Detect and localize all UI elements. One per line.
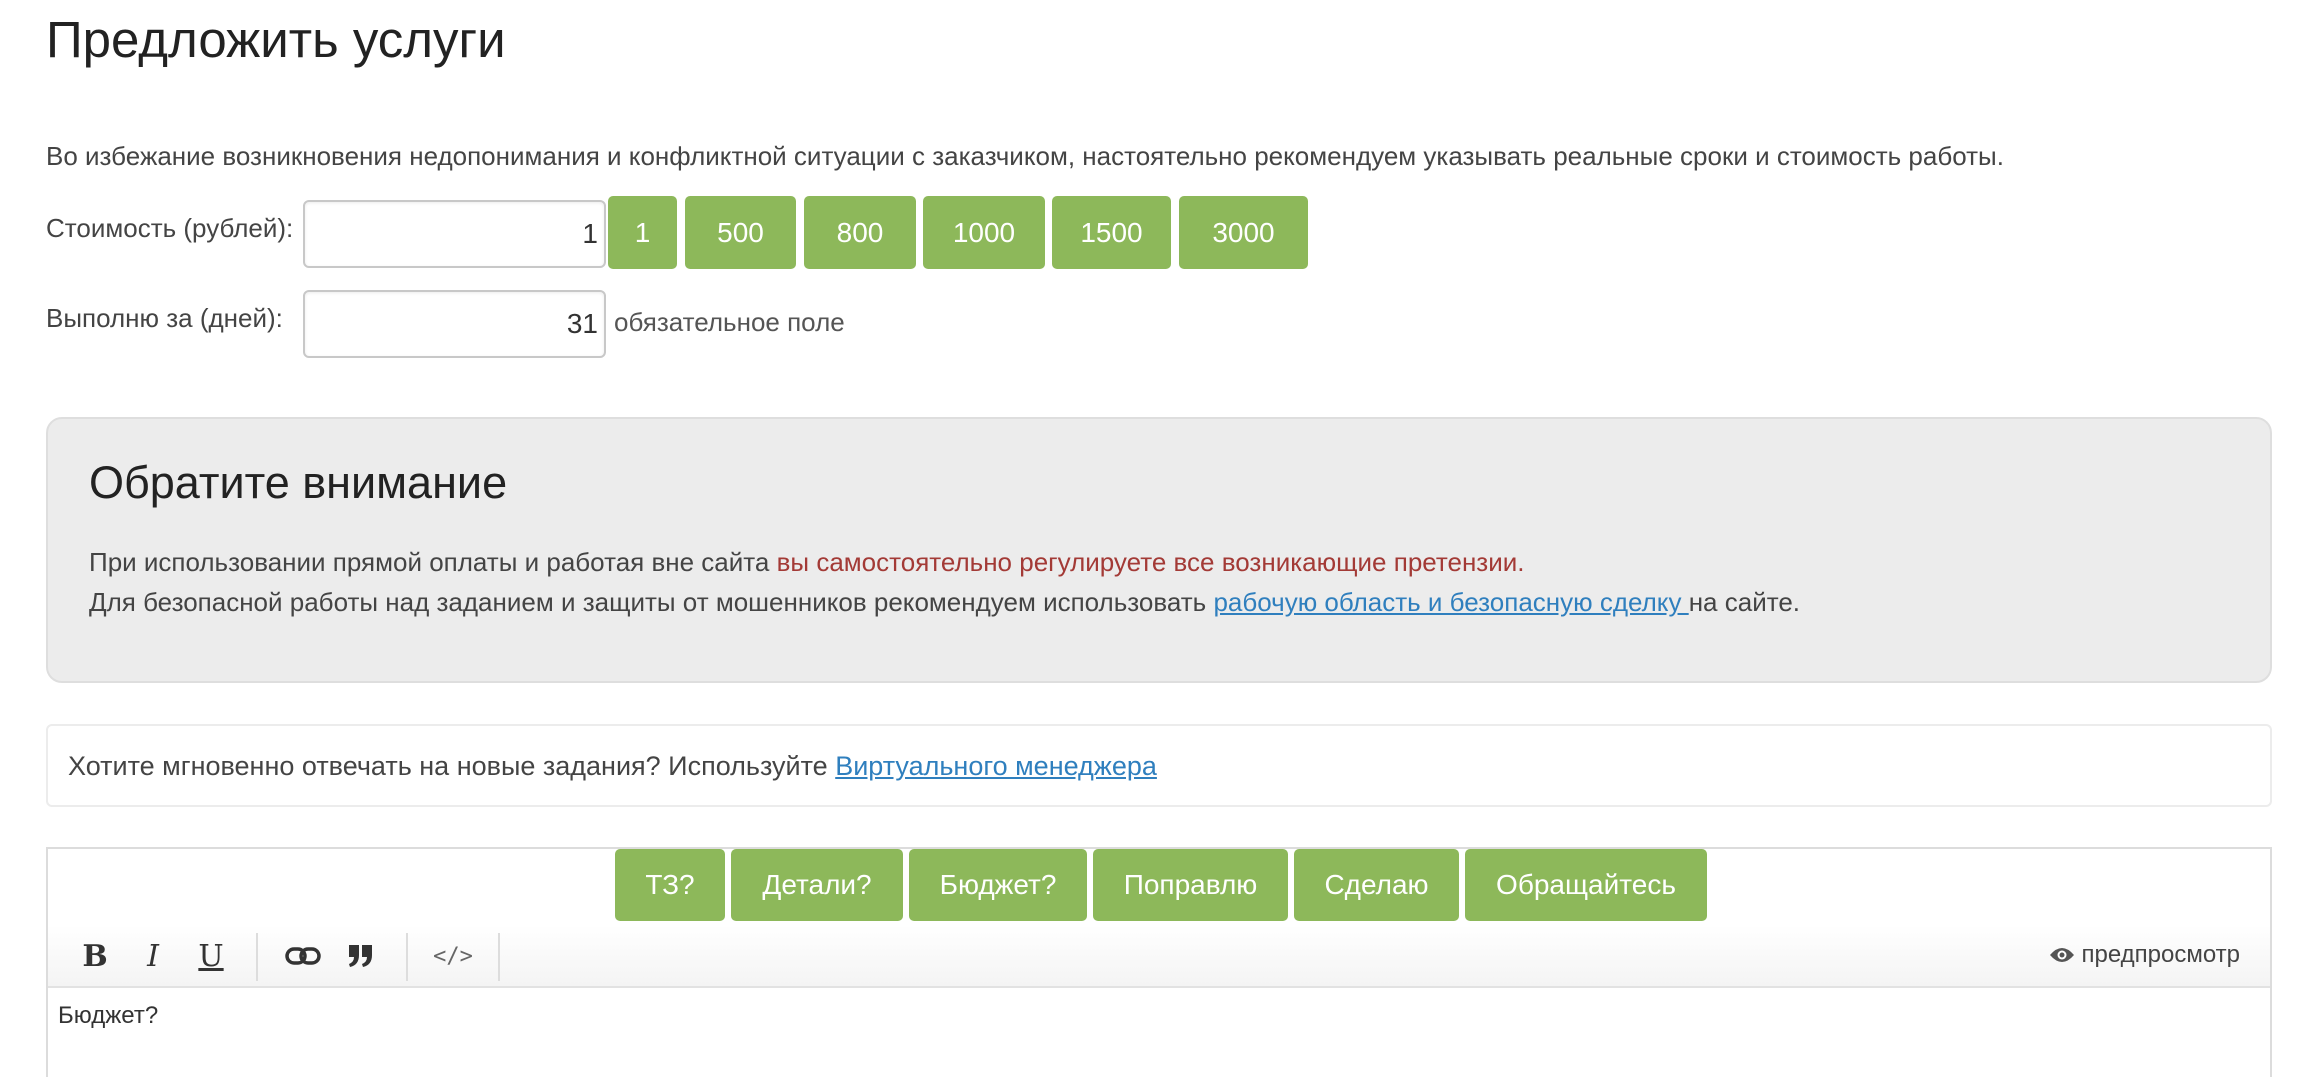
message-editor: ТЗ? Детали? Бюджет? Поправлю Сделаю Обра… xyxy=(46,847,2272,1077)
quick-reply-budget[interactable]: Бюджет? xyxy=(909,849,1087,921)
days-label: Выполню за (дней): xyxy=(46,303,283,333)
safe-deal-link[interactable]: рабочую область и безопасную сделку xyxy=(1213,587,1688,617)
italic-icon[interactable]: I xyxy=(130,933,176,979)
page-title: Предложить услуги xyxy=(46,11,506,68)
notice-warning-text: вы самостоятельно регулируете все возник… xyxy=(776,547,1525,577)
price-quick-800[interactable]: 800 xyxy=(804,196,916,269)
notice-line-1-text: При использовании прямой оплаты и работа… xyxy=(89,547,777,577)
quick-reply-contact[interactable]: Обращайтесь xyxy=(1465,849,1707,921)
eye-icon xyxy=(2050,948,2075,962)
notice-line-2-text: Для безопасной работы над заданием и защ… xyxy=(89,587,1214,617)
notice-line-2-tail: на сайте. xyxy=(1688,587,1801,617)
preview-button[interactable]: предпросмотр xyxy=(2049,937,2240,973)
toolbar-divider xyxy=(256,933,258,981)
notice-title: Обратите внимание xyxy=(89,457,508,508)
virtual-manager-prompt: Хотите мгновенно отвечать на новые задан… xyxy=(68,751,836,781)
preview-label: предпросмотр xyxy=(2081,941,2240,968)
price-quick-1000[interactable]: 1000 xyxy=(923,196,1045,269)
attention-notice: Обратите внимание При использовании прям… xyxy=(46,417,2272,683)
virtual-manager-text: Хотите мгновенно отвечать на новые задан… xyxy=(68,746,1157,786)
code-icon[interactable]: </> xyxy=(430,933,476,979)
toolbar-divider xyxy=(406,933,408,981)
price-quick-3000[interactable]: 3000 xyxy=(1179,196,1308,269)
editor-content[interactable]: Бюджет? xyxy=(58,999,158,1033)
notice-line-1: При использовании прямой оплаты и работа… xyxy=(89,544,1525,580)
quick-reply-tz[interactable]: ТЗ? xyxy=(615,849,725,921)
price-input[interactable] xyxy=(303,200,606,268)
bold-icon[interactable]: B xyxy=(72,933,118,979)
virtual-manager-box: Хотите мгновенно отвечать на новые задан… xyxy=(46,724,2272,807)
link-icon[interactable] xyxy=(280,933,326,979)
quick-reply-fix[interactable]: Поправлю xyxy=(1093,849,1288,921)
required-field-note: обязательное поле xyxy=(614,307,845,337)
editor-toolbar: B I U </> предпросмотр xyxy=(48,925,2270,988)
intro-text: Во избежание возникновения недопонимания… xyxy=(46,141,2004,171)
toolbar-divider xyxy=(498,933,500,981)
notice-line-2: Для безопасной работы над заданием и защ… xyxy=(89,584,1800,620)
days-input[interactable] xyxy=(303,290,606,358)
quick-reply-details[interactable]: Детали? xyxy=(731,849,903,921)
virtual-manager-link[interactable]: Виртуального менеджера xyxy=(835,751,1157,781)
price-quick-500[interactable]: 500 xyxy=(685,196,796,269)
price-quick-1500[interactable]: 1500 xyxy=(1052,196,1171,269)
price-label: Стоимость (рублей): xyxy=(46,213,294,243)
price-quick-1[interactable]: 1 xyxy=(608,196,677,269)
underline-icon[interactable]: U xyxy=(188,933,234,979)
quick-reply-will-do[interactable]: Сделаю xyxy=(1294,849,1459,921)
quote-icon[interactable] xyxy=(338,933,384,979)
